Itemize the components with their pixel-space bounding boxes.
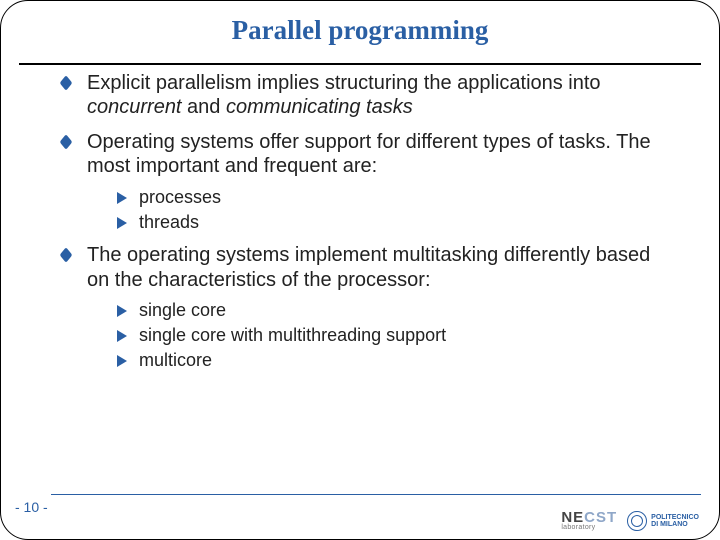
bullet-text: Operating systems offer support for diff… — [87, 131, 651, 177]
bullet-item: The operating systems implement multitas… — [61, 243, 675, 372]
page-number: - 10 - — [15, 499, 48, 515]
slide-title: Parallel programming — [1, 15, 719, 46]
sub-bullet-list: single core single core with multithreadi… — [117, 300, 675, 372]
bullet-list: Explicit parallelism implies structuring… — [61, 71, 675, 372]
sub-bullet-list: processes threads — [117, 187, 675, 234]
bullet-item: Operating systems offer support for diff… — [61, 130, 675, 234]
slide: Parallel programming Explicit parallelis… — [0, 0, 720, 540]
polimi-line1: POLITECNICO — [651, 514, 699, 521]
necst-subtext: laboratory — [561, 524, 595, 531]
bullet-text: The operating systems implement multitas… — [87, 244, 650, 290]
polimi-logo: POLITECNICO DI MILANO — [627, 511, 699, 531]
bullet-text: Explicit parallelism implies structuring… — [87, 72, 601, 118]
necst-wordmark: NECST — [561, 510, 617, 525]
bullet-item: Explicit parallelism implies structuring… — [61, 71, 675, 120]
sub-bullet-item: multicore — [117, 350, 675, 372]
polimi-text: POLITECNICO DI MILANO — [651, 514, 699, 528]
polimi-seal-icon — [627, 511, 647, 531]
sub-bullet-item: processes — [117, 187, 675, 209]
footer-rule — [51, 494, 701, 495]
necst-logo: NECST laboratory — [561, 510, 617, 531]
sub-bullet-item: single core with multithreading support — [117, 325, 675, 347]
sub-bullet-item: threads — [117, 212, 675, 234]
slide-body: Explicit parallelism implies structuring… — [61, 71, 675, 382]
polimi-line2: DI MILANO — [651, 521, 699, 528]
footer-logos: NECST laboratory POLITECNICO DI MILANO — [561, 510, 699, 531]
title-underline — [19, 63, 701, 65]
sub-bullet-item: single core — [117, 300, 675, 322]
